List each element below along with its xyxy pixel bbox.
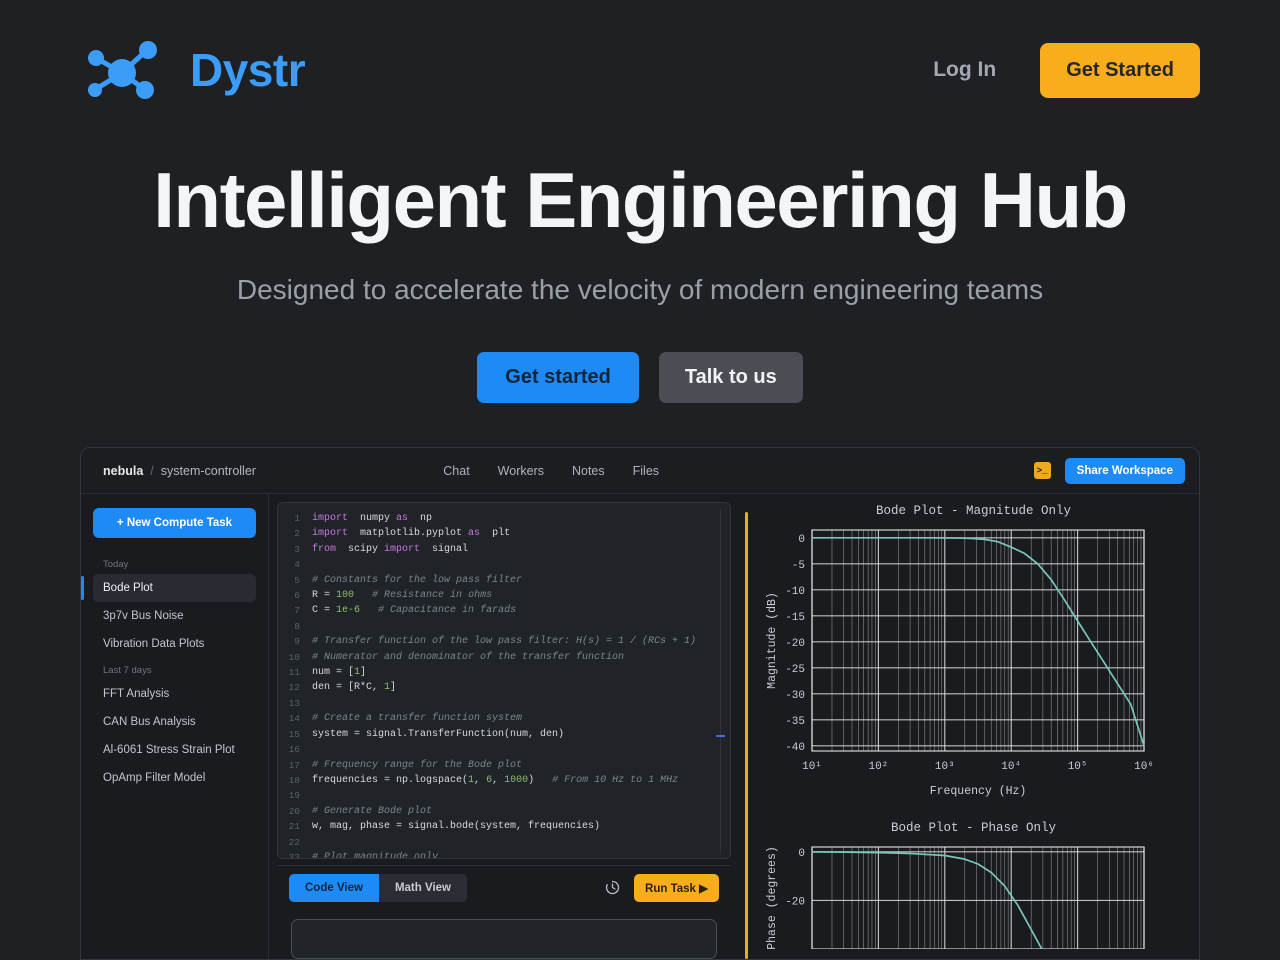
svg-text:-20: -20 (785, 896, 805, 908)
tab-notes[interactable]: Notes (572, 464, 605, 478)
svg-text:-25: -25 (785, 664, 805, 676)
breadcrumb-project[interactable]: system-controller (161, 464, 256, 478)
site-header: Dystr Log In Get Started (0, 0, 1280, 140)
hero-section: Intelligent Engineering Hub Designed to … (0, 140, 1280, 403)
login-link[interactable]: Log In (933, 58, 996, 82)
svg-text:10³: 10³ (935, 761, 955, 773)
svg-text:10¹: 10¹ (802, 761, 822, 773)
svg-text:0: 0 (798, 848, 805, 860)
share-workspace-button[interactable]: Share Workspace (1064, 457, 1185, 484)
molecule-node-icon (88, 41, 157, 99)
sidebar-item-fft-analysis[interactable]: FFT Analysis (93, 680, 256, 708)
sidebar-item-opamp-filter-model[interactable]: OpAmp Filter Model (93, 764, 256, 792)
tab-workers[interactable]: Workers (498, 464, 544, 478)
sidebar-item-stress-strain-plot[interactable]: Al-6061 Stress Strain Plot (93, 736, 256, 764)
svg-text:-40: -40 (785, 742, 805, 754)
svg-text:Magnitude (dB): Magnitude (dB) (766, 592, 779, 689)
svg-text:10²: 10² (868, 761, 888, 773)
get-started-button[interactable]: Get started (477, 351, 639, 403)
editor-toolbar-actions: Run Task ▶ (605, 873, 719, 902)
tab-math-view[interactable]: Math View (379, 874, 467, 902)
svg-text:-35: -35 (785, 716, 805, 728)
play-icon: ▶ (699, 882, 708, 895)
line-number-gutter: 1234567891011121314151617181920212223242… (288, 513, 300, 859)
app-preview-window: nebula / system-controller Chat Workers … (80, 447, 1200, 960)
page-title: Intelligent Engineering Hub (153, 156, 1128, 244)
brand[interactable]: Dystr (80, 37, 306, 103)
svg-text:10⁴: 10⁴ (1001, 761, 1021, 773)
topbar-actions: >_ Share Workspace (1033, 457, 1185, 484)
prompt-input[interactable] (291, 919, 717, 959)
plot-panel: Bode Plot - Magnitude Only 0 -5 -10 -15 -20 -… (748, 494, 1199, 959)
phase-plot-title: Bode Plot - Phase Only (890, 821, 1057, 835)
terminal-icon[interactable]: >_ (1033, 462, 1051, 479)
magnitude-bode-chart: 0 -5 -10 -15 -20 -25 -30 -35 -40 10¹ 10² 10³ 10⁴ 10⁵ 1… (766, 529, 1154, 797)
new-compute-task-button[interactable]: + New Compute Task (93, 508, 256, 538)
phase-bode-chart: 0 -20 Phase (degrees) (766, 846, 1145, 949)
clock-history-icon[interactable] (605, 880, 620, 895)
run-task-button[interactable]: Run Task ▶ (634, 873, 719, 902)
sidebar-item-vibration-data-plots[interactable]: Vibration Data Plots (93, 630, 256, 658)
editor-toolbar: Code View Math View Run Task ▶ (277, 865, 731, 909)
run-task-label: Run Task (645, 882, 696, 895)
brand-name: Dystr (190, 44, 306, 96)
code-content[interactable]: import numpy as np import matplotlib.pypl… (306, 503, 730, 858)
svg-text:-5: -5 (792, 560, 805, 572)
breadcrumb[interactable]: nebula / system-controller (103, 464, 256, 478)
svg-text:-30: -30 (785, 690, 805, 702)
code-editor[interactable]: 1234567891011121314151617181920212223242… (277, 502, 731, 859)
svg-text:Phase (degrees): Phase (degrees) (766, 846, 779, 949)
editor-change-marker (716, 735, 725, 737)
breadcrumb-workspace[interactable]: nebula (103, 464, 143, 478)
app-tab-bar: Chat Workers Notes Files (443, 464, 659, 478)
get-started-header-button[interactable]: Get Started (1040, 42, 1200, 98)
editor-marker-rail[interactable] (720, 509, 721, 852)
svg-text:-10: -10 (785, 586, 805, 598)
app-topbar: nebula / system-controller Chat Workers … (81, 448, 1199, 494)
magnitude-plot-title: Bode Plot - Magnitude Only (875, 504, 1072, 518)
sidebar-item-bus-noise[interactable]: 3p7v Bus Noise (93, 602, 256, 630)
svg-text:10⁶: 10⁶ (1134, 761, 1154, 773)
breadcrumb-separator: / (150, 463, 154, 478)
header-actions: Log In Get Started (933, 42, 1200, 98)
talk-to-us-button[interactable]: Talk to us (658, 351, 803, 403)
tab-files[interactable]: Files (633, 464, 659, 478)
sidebar-group-today: Today (103, 559, 129, 570)
sidebar-item-bode-plot[interactable]: Bode Plot (81, 574, 256, 602)
sidebar-group-last-7-days: Last 7 days (103, 665, 152, 676)
sidebar-item-can-bus-analysis[interactable]: CAN Bus Analysis (93, 708, 256, 736)
tab-chat[interactable]: Chat (443, 464, 469, 478)
tab-code-view[interactable]: Code View (289, 873, 379, 902)
sidebar: + New Compute Task Today Bode Plot 3p7v … (81, 494, 269, 959)
svg-text:0: 0 (798, 534, 805, 546)
svg-text:Frequency (Hz): Frequency (Hz) (930, 785, 1027, 797)
svg-text:-20: -20 (785, 638, 805, 650)
hero-actions: Get started Talk to us (0, 351, 1280, 403)
view-mode-switch: Code View Math View (289, 873, 467, 902)
app-body: + New Compute Task Today Bode Plot 3p7v … (81, 494, 1199, 959)
svg-text:-15: -15 (785, 612, 805, 624)
editor-column: 1234567891011121314151617181920212223242… (269, 494, 739, 959)
svg-text:10⁵: 10⁵ (1068, 761, 1088, 773)
hero-subtitle: Designed to accelerate the velocity of m… (236, 273, 1044, 305)
